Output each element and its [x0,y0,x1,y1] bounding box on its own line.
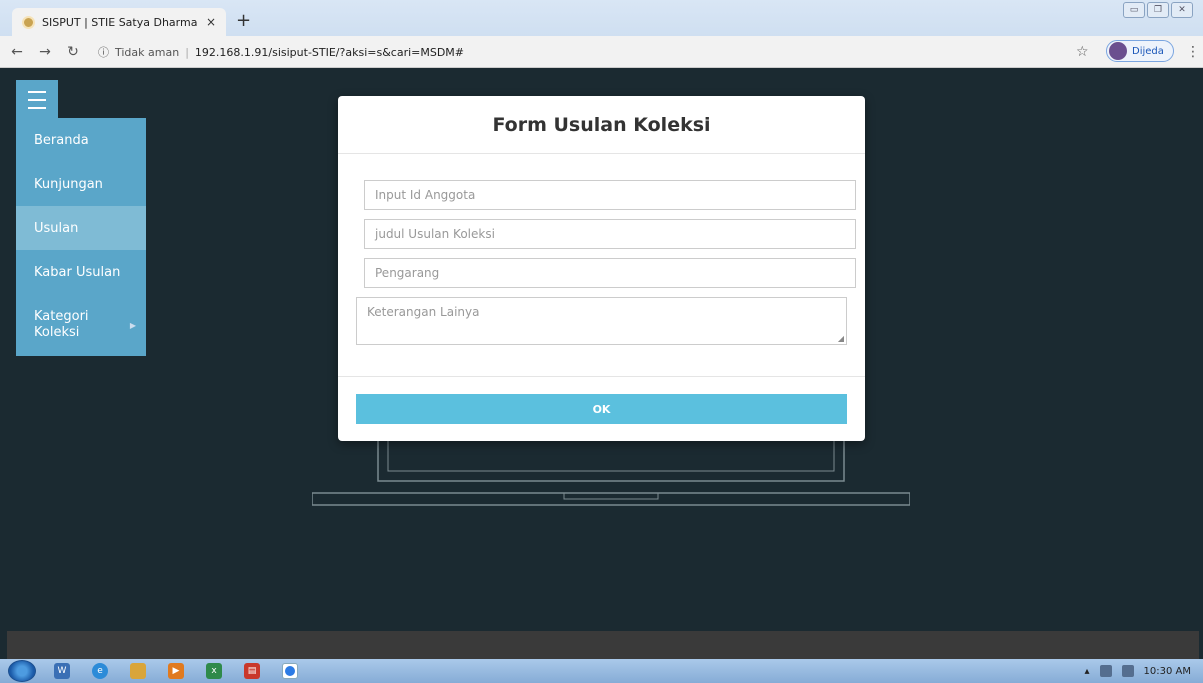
browser-tab[interactable]: SISPUT | STIE Satya Dharma Sing × [12,8,226,36]
tray-expand-icon[interactable]: ▴ [1085,666,1090,677]
sidebar-item-label: Usulan [34,220,79,236]
modal-title: Form Usulan Koleksi [492,113,711,136]
sidebar-item-label: Kunjungan [34,176,103,192]
window-controls: ▭ ❐ ✕ [1123,2,1193,18]
system-tray: ▴ 10:30 AM [1085,659,1191,683]
tab-close-icon[interactable]: × [206,15,216,29]
address-url[interactable]: 192.168.1.91/sisiput-STIE/?aksi=s&cari=M… [195,46,464,59]
sidebar-item-kunjungan[interactable]: Kunjungan [16,162,146,206]
sidebar-item-usulan[interactable]: Usulan [16,206,146,250]
notes-placeholder: Keterangan Lainya [367,305,480,319]
media-player-icon[interactable]: ▶ [168,663,184,679]
hamburger-menu-button[interactable] [16,80,58,120]
browser-menu-icon[interactable]: ⋮ [1186,44,1200,60]
usulan-form-modal: Form Usulan Koleksi Input Id Anggota jud… [338,96,865,441]
spreadsheet-app-icon[interactable]: x [206,663,222,679]
profile-button[interactable]: Dijeda [1106,40,1174,62]
page-footer [7,631,1199,659]
sidebar-item-label: Beranda [34,132,89,148]
hamburger-line [28,91,46,93]
bookmark-star-icon[interactable]: ☆ [1076,44,1089,60]
sidebar-item-kabar-usulan[interactable]: Kabar Usulan [16,250,146,294]
back-icon[interactable]: ← [6,44,28,60]
resize-grip-icon[interactable]: ◢ [838,334,844,343]
network-icon[interactable] [1099,665,1112,677]
ok-button[interactable]: OK [356,394,847,424]
collection-title-input[interactable]: judul Usulan Koleksi [364,219,856,249]
sidebar-item-label: Kabar Usulan [34,264,121,280]
new-tab-button[interactable]: + [236,12,251,30]
volume-icon[interactable] [1121,665,1134,677]
info-icon[interactable]: ⓘ [98,44,109,60]
chrome-browser-icon[interactable] [282,663,298,679]
reload-icon[interactable]: ↻ [62,44,84,60]
notes-textarea[interactable]: Keterangan Lainya ◢ [356,297,847,345]
minimize-icon[interactable]: ▭ [1123,2,1145,18]
close-window-icon[interactable]: ✕ [1171,2,1193,18]
avatar [1109,42,1127,60]
author-input[interactable]: Pengarang [364,258,856,288]
address-bar-row: ← → ↻ ⓘ Tidak aman | 192.168.1.91/sisipu… [0,36,1203,68]
hamburger-line [28,107,46,109]
forward-icon[interactable]: → [34,44,56,60]
start-button[interactable] [8,660,36,682]
sidebar-item-kategori-koleksi[interactable]: Kategori Koleksi ▶ [16,294,146,356]
security-label: Tidak aman [115,45,180,59]
address-bar[interactable]: ⓘ Tidak aman | 192.168.1.91/sisiput-STIE… [98,40,1058,64]
profile-name: Dijeda [1132,45,1164,57]
submenu-arrow-icon: ▶ [129,320,136,330]
site-favicon-icon [22,15,35,29]
tab-title: SISPUT | STIE Satya Dharma Sing [42,15,200,29]
explorer-folder-icon[interactable] [130,663,146,679]
sidebar-item-label: Kategori Koleksi [34,309,89,340]
modal-footer-divider [338,376,865,377]
clock[interactable]: 10:30 AM [1144,666,1191,677]
sidebar-item-beranda[interactable]: Beranda [16,118,146,162]
maximize-icon[interactable]: ❐ [1147,2,1169,18]
hamburger-line [28,99,46,101]
modal-header: Form Usulan Koleksi [338,96,865,154]
address-separator: | [185,45,189,59]
browser-tab-strip: SISPUT | STIE Satya Dharma Sing × + ▭ ❐ … [0,0,1203,36]
document-app-icon[interactable]: ▤ [244,663,260,679]
ie-browser-icon[interactable]: e [92,663,108,679]
member-id-input[interactable]: Input Id Anggota [364,180,856,210]
windows-taskbar: W e ▶ x ▤ ▴ 10:30 AM [0,659,1203,683]
word-app-icon[interactable]: W [54,663,70,679]
sidebar-menu: Beranda Kunjungan Usulan Kabar Usulan Ka… [16,118,146,356]
